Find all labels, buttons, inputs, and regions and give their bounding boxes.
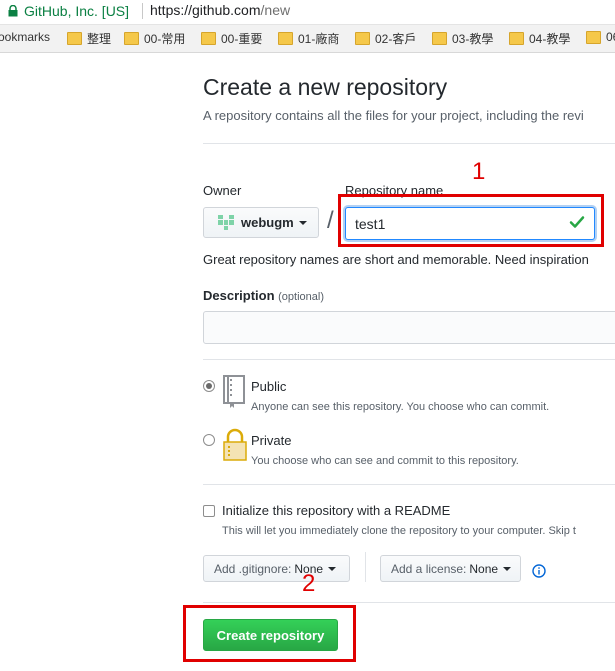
license-prefix: Add a license: [391, 561, 467, 576]
license-dropdown[interactable]: Add a license: None [380, 555, 521, 582]
folder-icon [509, 32, 524, 45]
bookmark-folder[interactable]: 02-客戶 [355, 30, 416, 47]
bookmark-label: ookmarks [0, 30, 51, 44]
description-input[interactable] [203, 311, 615, 344]
bookmark-folder[interactable]: 整理 [67, 30, 111, 47]
public-title: Public [251, 379, 287, 394]
annotation-number: 1 [472, 158, 486, 185]
owner-dropdown[interactable]: webugm [203, 207, 319, 238]
bookmark-folder[interactable]: 00-重要 [201, 30, 262, 47]
private-radio[interactable] [203, 434, 215, 446]
bookmark-label: 整理 [87, 32, 112, 46]
page-title: Create a new repository [203, 74, 448, 100]
gitignore-prefix: Add .gitignore: [214, 561, 292, 576]
bookmark-folder[interactable]: 04-教學 [509, 30, 570, 47]
divider [203, 143, 615, 144]
address-bar[interactable]: GitHub, Inc. [US] https://github.com/new [0, 0, 615, 25]
owner-name: webugm [241, 215, 294, 230]
info-icon[interactable] [532, 564, 546, 578]
bookmark-item-bookmarks[interactable]: ookmarks [0, 30, 50, 44]
folder-icon [278, 32, 293, 45]
bookmark-label: 04-教學 [529, 32, 571, 46]
readme-description: This will let you immediately clone the … [222, 525, 576, 537]
divider [203, 602, 615, 603]
readme-title: Initialize this repository with a README [222, 503, 451, 518]
folder-icon [586, 30, 601, 44]
owner-label: Owner [203, 183, 242, 198]
readme-checkbox[interactable] [203, 505, 215, 517]
lock-icon [8, 5, 18, 17]
optional-tag: (optional) [278, 291, 324, 303]
folder-icon [432, 32, 447, 45]
bookmark-folder[interactable]: 00-常用 [124, 30, 185, 47]
url-path: /new [260, 2, 291, 18]
caret-down-icon [503, 566, 512, 571]
gitignore-dropdown[interactable]: Add .gitignore: None [203, 555, 350, 582]
page-subtitle: A repository contains all the files for … [203, 108, 584, 123]
bookmark-label: 01-廠商 [298, 32, 340, 46]
caret-down-icon [298, 220, 307, 225]
annotation-highlight-box [183, 605, 356, 662]
bookmark-folder[interactable]: 03-教學 [432, 30, 493, 47]
address-divider [142, 3, 143, 19]
bookmark-label: 02-客戶 [375, 32, 417, 46]
bookmarks-bar: ookmarks 整理 00-常用 00-重要 01-廠商 02-客戶 03-教… [0, 25, 615, 53]
vertical-divider [365, 552, 366, 582]
avatar [218, 214, 234, 231]
description-label-text: Description [203, 288, 275, 303]
url-host: https://github.com [150, 2, 261, 18]
bookmark-label: 06 [606, 30, 615, 44]
public-description: Anyone can see this repository. You choo… [251, 401, 550, 413]
private-title: Private [251, 433, 292, 448]
caret-down-icon [328, 566, 337, 571]
repo-book-icon [223, 375, 245, 408]
folder-icon [124, 32, 139, 45]
annotation-number: 2 [302, 570, 316, 597]
bookmark-label: 00-常用 [144, 32, 186, 46]
lock-icon [223, 428, 247, 461]
bookmark-folder[interactable]: 01-廠商 [278, 30, 339, 47]
public-radio[interactable] [203, 380, 215, 392]
divider [203, 484, 615, 485]
license-value: None [469, 561, 499, 576]
folder-icon [355, 32, 370, 45]
bookmark-folder[interactable]: 06 [586, 30, 615, 44]
folder-icon [201, 32, 216, 45]
site-identity: GitHub, Inc. [US] [24, 3, 130, 19]
private-description: You choose who can see and commit to thi… [251, 455, 519, 467]
url-text[interactable]: https://github.com/new [150, 2, 290, 18]
bookmark-label: 03-教學 [452, 32, 494, 46]
annotation-highlight-box [338, 194, 604, 247]
bookmark-label: 00-重要 [221, 32, 263, 46]
description-label: Description (optional) [203, 288, 324, 303]
name-hint: Great repository names are short and mem… [203, 252, 589, 267]
owner-repo-separator: / [327, 207, 334, 234]
folder-icon [67, 32, 82, 45]
divider [203, 359, 615, 360]
